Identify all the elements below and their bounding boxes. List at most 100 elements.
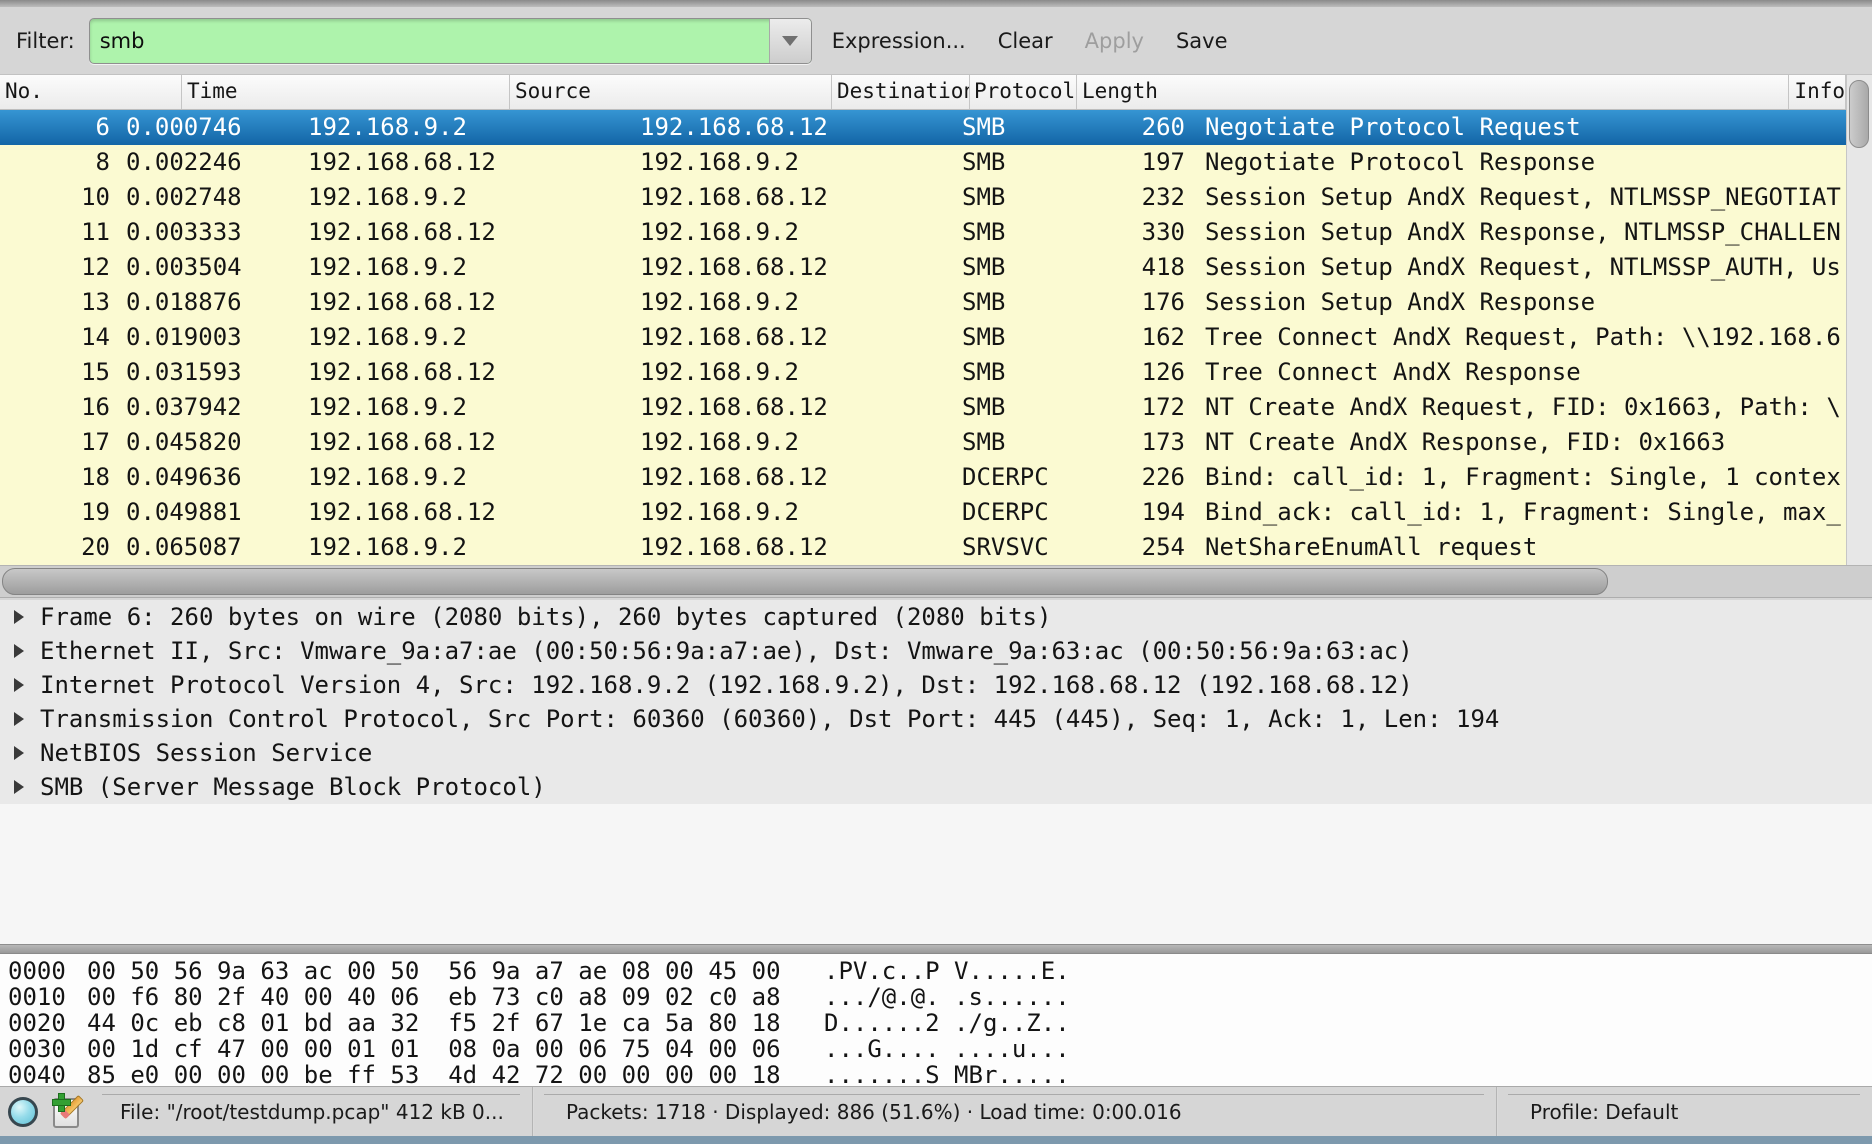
- cell-destination: 192.168.68.12: [628, 180, 950, 215]
- expand-arrow-icon[interactable]: [14, 712, 24, 726]
- hex-bytes: 00 1d cf 47 00 00 01 01 08 0a 00 06 75 0…: [87, 1036, 824, 1062]
- expert-info-icon[interactable]: [8, 1097, 38, 1127]
- cell-info: Negotiate Protocol Request: [1195, 110, 1846, 145]
- column-header[interactable]: No.: [0, 75, 182, 109]
- hex-row[interactable]: 0030 00 1d cf 47 00 00 01 01 08 0a 00 06…: [0, 1036, 1872, 1062]
- expand-arrow-icon[interactable]: [14, 678, 24, 692]
- cell-info: Tree Connect AndX Response: [1195, 355, 1846, 390]
- detail-tree-row[interactable]: NetBIOS Session Service: [0, 736, 1872, 770]
- packet-row[interactable]: 6 0.000746 192.168.9.2 192.168.68.12 SMB…: [0, 110, 1846, 145]
- save-button[interactable]: Save: [1176, 29, 1228, 53]
- status-profile-text: Profile: Default: [1530, 1100, 1678, 1124]
- detail-tree-row[interactable]: Ethernet II, Src: Vmware_9a:a7:ae (00:50…: [0, 634, 1872, 668]
- expression-button[interactable]: Expression...: [832, 29, 966, 53]
- filter-dropdown-button[interactable]: [769, 19, 811, 63]
- detail-tree-row[interactable]: Frame 6: 260 bytes on wire (2080 bits), …: [0, 600, 1872, 634]
- cell-time: 0.002246: [118, 145, 300, 180]
- column-header[interactable]: Length: [1077, 75, 1789, 109]
- cell-destination: 192.168.68.12: [628, 320, 950, 355]
- window-top-edge: [0, 0, 1872, 7]
- plus-icon: [52, 1099, 71, 1106]
- packet-list-hscrollbar[interactable]: [0, 565, 1872, 598]
- expand-arrow-icon[interactable]: [14, 746, 24, 760]
- status-packets-text: Packets: 1718 · Displayed: 886 (51.6%) ·…: [566, 1100, 1182, 1124]
- cell-time: 0.049636: [118, 460, 300, 495]
- packet-list-vscrollbar[interactable]: [1846, 75, 1872, 565]
- clear-button[interactable]: Clear: [998, 29, 1053, 53]
- status-profile-section[interactable]: Profile: Default: [1498, 1087, 1872, 1136]
- cell-destination: 192.168.68.12: [628, 250, 950, 285]
- capture-comment-icon[interactable]: [48, 1093, 84, 1131]
- cell-length: 330: [1088, 215, 1195, 250]
- cell-destination: 192.168.68.12: [628, 530, 950, 565]
- column-header[interactable]: Protocol: [970, 75, 1077, 109]
- cell-protocol: SMB: [950, 145, 1088, 180]
- hex-row[interactable]: 0010 00 f6 80 2f 40 00 40 06 eb 73 c0 a8…: [0, 984, 1872, 1010]
- cell-protocol: SMB: [950, 425, 1088, 460]
- cell-length: 194: [1088, 495, 1195, 530]
- vscrollbar-thumb[interactable]: [1849, 80, 1869, 148]
- status-packets-section: Packets: 1718 · Displayed: 886 (51.6%) ·…: [534, 1087, 1496, 1136]
- cell-protocol: DCERPC: [950, 460, 1088, 495]
- packet-row[interactable]: 8 0.002246 192.168.68.12 192.168.9.2 SMB…: [0, 145, 1846, 180]
- pane-splitter[interactable]: [0, 944, 1872, 954]
- hscrollbar-thumb[interactable]: [2, 568, 1608, 595]
- hex-row[interactable]: 0000 00 50 56 9a 63 ac 00 50 56 9a a7 ae…: [0, 958, 1872, 984]
- cell-protocol: SMB: [950, 390, 1088, 425]
- cell-destination: 192.168.68.12: [628, 390, 950, 425]
- cell-info: Session Setup AndX Response: [1195, 285, 1846, 320]
- cell-info: NT Create AndX Response, FID: 0x1663: [1195, 425, 1846, 460]
- filter-value[interactable]: smb: [90, 19, 769, 63]
- cell-source: 192.168.68.12: [300, 425, 628, 460]
- filter-label: Filter:: [16, 29, 75, 53]
- hex-row[interactable]: 0020 44 0c eb c8 01 bd aa 32 f5 2f 67 1e…: [0, 1010, 1872, 1036]
- hex-row[interactable]: 0040 85 e0 00 00 00 be ff 53 4d 42 72 00…: [0, 1062, 1872, 1086]
- cell-destination: 192.168.9.2: [628, 355, 950, 390]
- packet-row[interactable]: 18 0.049636 192.168.9.2 192.168.68.12 DC…: [0, 460, 1846, 495]
- packet-row[interactable]: 12 0.003504 192.168.9.2 192.168.68.12 SM…: [0, 250, 1846, 285]
- packet-list-body: 6 0.000746 192.168.9.2 192.168.68.12 SMB…: [0, 110, 1846, 565]
- packet-details-pane: Frame 6: 260 bytes on wire (2080 bits), …: [0, 600, 1872, 944]
- cell-protocol: SMB: [950, 250, 1088, 285]
- packet-row[interactable]: 17 0.045820 192.168.68.12 192.168.9.2 SM…: [0, 425, 1846, 460]
- packet-row[interactable]: 10 0.002748 192.168.9.2 192.168.68.12 SM…: [0, 180, 1846, 215]
- column-header[interactable]: Info: [1789, 75, 1846, 109]
- packet-row[interactable]: 11 0.003333 192.168.68.12 192.168.9.2 SM…: [0, 215, 1846, 250]
- cell-no: 20: [0, 530, 118, 565]
- packet-row[interactable]: 15 0.031593 192.168.68.12 192.168.9.2 SM…: [0, 355, 1846, 390]
- expand-arrow-icon[interactable]: [14, 780, 24, 794]
- hex-ascii: ...G.... ....u...: [824, 1036, 1070, 1062]
- cell-time: 0.000746: [118, 110, 300, 145]
- column-header[interactable]: Destination: [832, 75, 970, 109]
- chevron-down-icon: [782, 36, 798, 46]
- expand-arrow-icon[interactable]: [14, 610, 24, 624]
- cell-time: 0.003333: [118, 215, 300, 250]
- cell-destination: 192.168.68.12: [628, 460, 950, 495]
- cell-source: 192.168.9.2: [300, 390, 628, 425]
- filter-input[interactable]: smb: [89, 18, 812, 64]
- detail-tree-row[interactable]: Transmission Control Protocol, Src Port:…: [0, 702, 1872, 736]
- hex-bytes: 00 f6 80 2f 40 00 40 06 eb 73 c0 a8 09 0…: [87, 984, 824, 1010]
- cell-protocol: SMB: [950, 180, 1088, 215]
- cell-no: 11: [0, 215, 118, 250]
- status-file-text: File: "/root/testdump.pcap" 412 kB 0...: [120, 1100, 504, 1124]
- cell-time: 0.018876: [118, 285, 300, 320]
- expand-arrow-icon[interactable]: [14, 644, 24, 658]
- packet-list-pane: No. Time Source Destination Protocol Len…: [0, 75, 1872, 565]
- column-header[interactable]: Time: [182, 75, 510, 109]
- cell-source: 192.168.9.2: [300, 250, 628, 285]
- packet-row[interactable]: 19 0.049881 192.168.68.12 192.168.9.2 DC…: [0, 495, 1846, 530]
- detail-tree-row[interactable]: Internet Protocol Version 4, Src: 192.16…: [0, 668, 1872, 702]
- packet-row[interactable]: 20 0.065087 192.168.9.2 192.168.68.12 SR…: [0, 530, 1846, 565]
- column-header[interactable]: Source: [510, 75, 832, 109]
- detail-tree-row[interactable]: SMB (Server Message Block Protocol): [0, 770, 1872, 804]
- cell-protocol: SRVSVC: [950, 530, 1088, 565]
- cell-length: 176: [1088, 285, 1195, 320]
- cell-no: 8: [0, 145, 118, 180]
- cell-source: 192.168.68.12: [300, 285, 628, 320]
- cell-no: 16: [0, 390, 118, 425]
- cell-length: 172: [1088, 390, 1195, 425]
- packet-row[interactable]: 16 0.037942 192.168.9.2 192.168.68.12 SM…: [0, 390, 1846, 425]
- packet-row[interactable]: 14 0.019003 192.168.9.2 192.168.68.12 SM…: [0, 320, 1846, 355]
- packet-row[interactable]: 13 0.018876 192.168.68.12 192.168.9.2 SM…: [0, 285, 1846, 320]
